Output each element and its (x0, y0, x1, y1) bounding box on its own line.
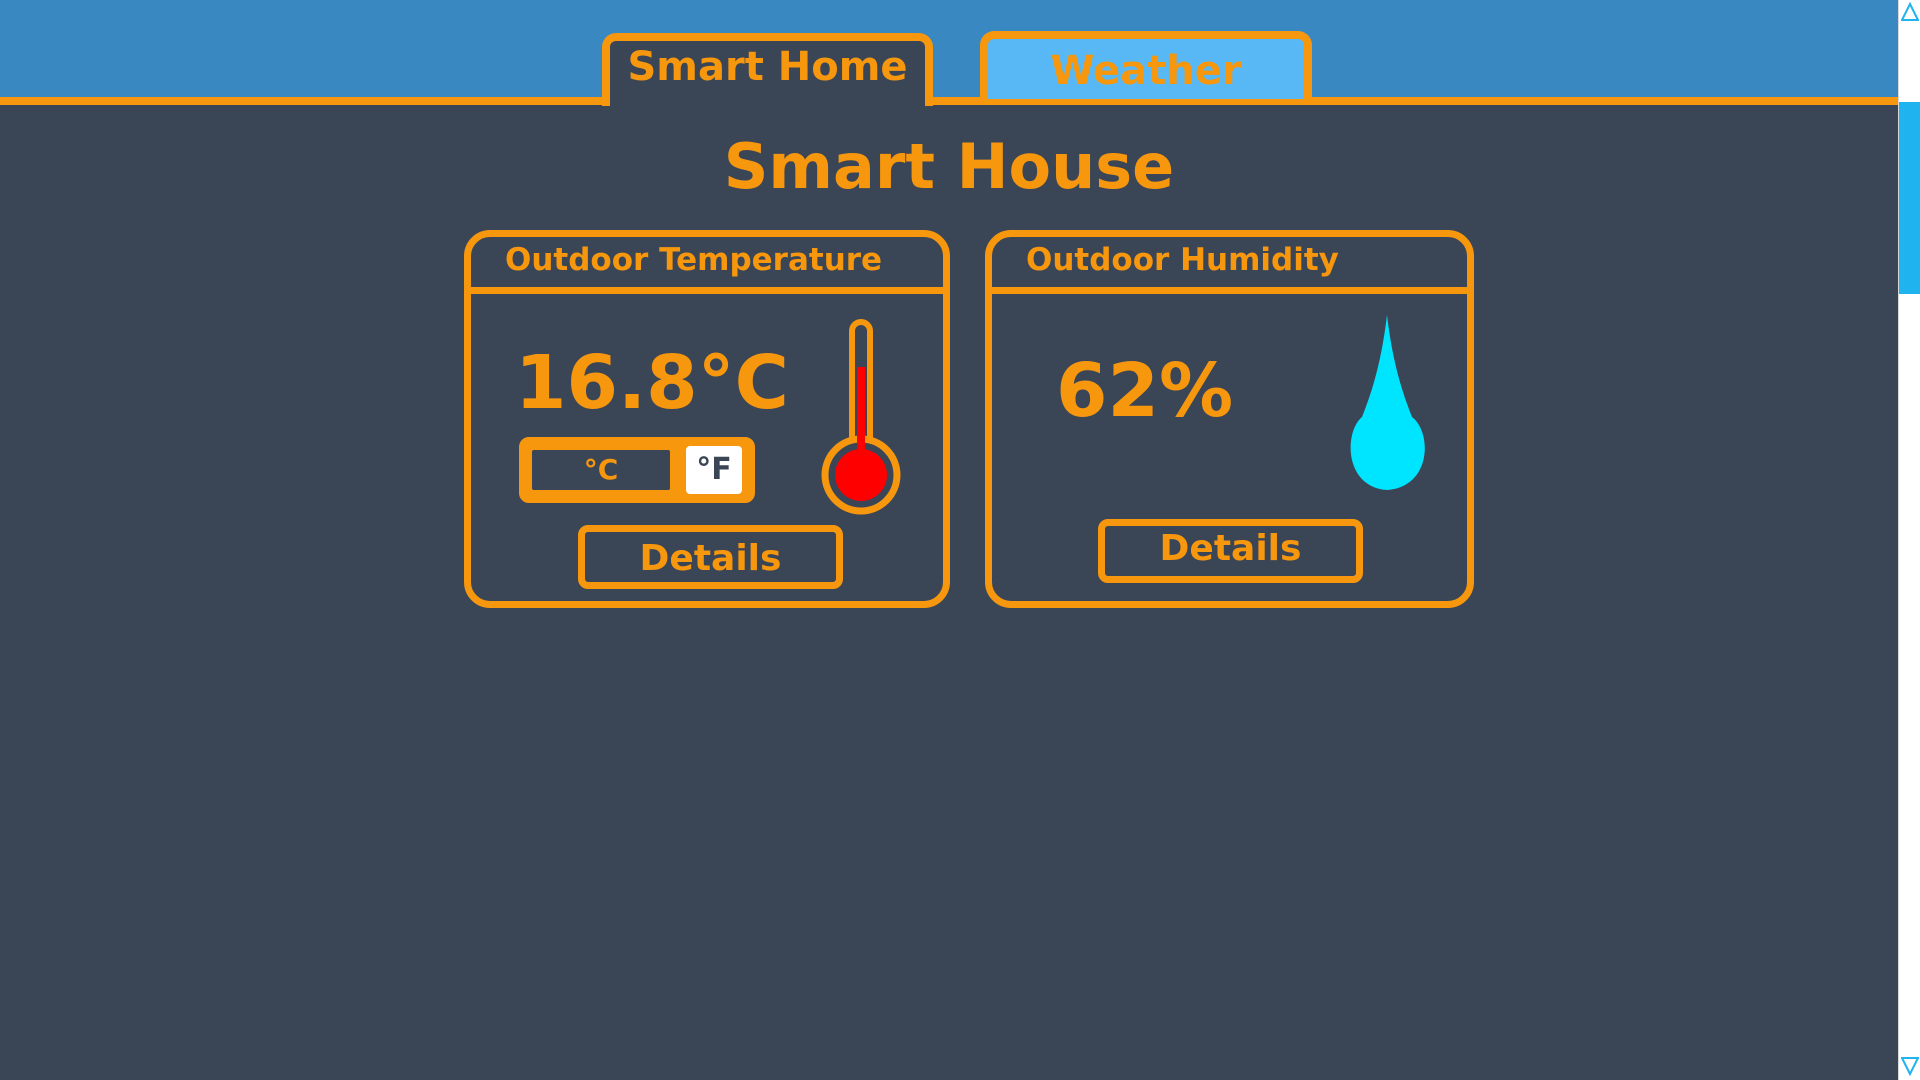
vertical-scrollbar[interactable] (1898, 0, 1920, 1080)
scroll-up-arrow-icon[interactable] (1901, 2, 1919, 22)
page-title: Smart House (723, 130, 1175, 203)
app-window: Smart Home Weather Smart House Outdoor T… (0, 0, 1898, 1080)
humidity-value: 62% (1056, 348, 1234, 434)
top-bar-divider (0, 97, 1898, 105)
water-drop-icon (1350, 315, 1425, 490)
outdoor-humidity-card: Outdoor Humidity 62% Details (985, 230, 1474, 608)
fahrenheit-option[interactable]: °F (686, 446, 742, 494)
celsius-option[interactable]: °C (528, 446, 674, 494)
thermometer-icon (821, 319, 901, 515)
scroll-down-arrow-icon[interactable] (1901, 1056, 1919, 1076)
tab-weather[interactable]: Weather (980, 31, 1312, 99)
temperature-details-button[interactable]: Details (578, 525, 843, 589)
unit-toggle[interactable]: °C °F (519, 437, 755, 503)
scroll-thumb[interactable] (1899, 102, 1920, 294)
top-bar (0, 0, 1898, 97)
card-title: Outdoor Temperature (471, 237, 943, 294)
outdoor-temperature-card: Outdoor Temperature 16.8°C °C °F Details (464, 230, 950, 608)
temperature-value: 16.8°C (515, 340, 789, 426)
card-title: Outdoor Humidity (992, 237, 1467, 294)
tab-smart-home[interactable]: Smart Home (602, 33, 933, 106)
humidity-details-button[interactable]: Details (1098, 519, 1363, 583)
